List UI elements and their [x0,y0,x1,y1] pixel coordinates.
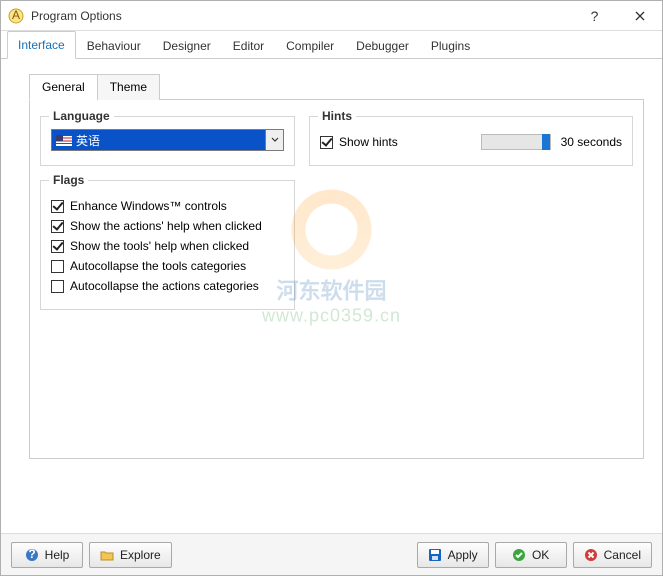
checkbox-icon [51,240,64,253]
tab-compiler[interactable]: Compiler [275,32,345,59]
language-value: 英语 [76,132,100,149]
help-titlebar-button[interactable]: ? [572,1,617,31]
flag-label: Autocollapse the tools categories [70,259,246,273]
app-icon: A [8,8,24,24]
flag-icon [56,135,72,146]
close-icon [635,11,645,21]
hints-duration-value: 30 seconds [561,135,622,149]
tab-behaviour[interactable]: Behaviour [76,32,152,59]
hints-duration-slider[interactable] [481,134,551,150]
apply-button[interactable]: Apply [417,542,489,568]
cancel-icon [584,548,598,562]
hints-group: Hints Show hints 30 seconds [309,116,633,166]
flag-show-tools-help[interactable]: Show the tools' help when clicked [51,239,284,253]
program-options-window: A Program Options ? Interface Behaviour … [0,0,663,576]
subtab-general[interactable]: General [29,74,98,100]
tab-debugger[interactable]: Debugger [345,32,420,59]
hints-legend: Hints [318,109,356,123]
check-icon [512,548,526,562]
language-group: Language 英语 [40,116,295,166]
content-area: 河东软件园 www.pc0359.cn General Theme Langua… [1,59,662,533]
flag-autocollapse-tools[interactable]: Autocollapse the tools categories [51,259,284,273]
titlebar: A Program Options ? [1,1,662,31]
explore-label: Explore [120,548,161,562]
tab-interface[interactable]: Interface [7,31,76,59]
flag-label: Enhance Windows™ controls [70,199,227,213]
language-dropdown-button[interactable] [265,130,283,150]
checkbox-icon [51,220,64,233]
tab-editor[interactable]: Editor [222,32,275,59]
language-combo[interactable]: 英语 [51,129,284,151]
flag-show-actions-help[interactable]: Show the actions' help when clicked [51,219,284,233]
ok-button[interactable]: OK [495,542,567,568]
language-legend: Language [49,109,114,123]
flag-label: Show the tools' help when clicked [70,239,249,253]
general-panel: Language 英语 Hints [29,99,644,459]
cancel-button[interactable]: Cancel [573,542,652,568]
apply-label: Apply [448,548,478,562]
flag-label: Show the actions' help when clicked [70,219,262,233]
checkbox-icon [51,200,64,213]
subtab-theme[interactable]: Theme [97,74,160,100]
subtabstrip: General Theme [29,73,644,99]
cancel-label: Cancel [604,548,641,562]
show-hints-checkbox[interactable]: Show hints [320,135,398,149]
flag-label: Autocollapse the actions categories [70,279,259,293]
close-button[interactable] [617,1,662,31]
help-icon: ? [25,548,39,562]
window-title: Program Options [31,9,572,23]
chevron-down-icon [271,137,279,143]
show-hints-label: Show hints [339,135,398,149]
checkbox-icon [51,260,64,273]
explore-button[interactable]: Explore [89,542,172,568]
svg-text:A: A [12,8,20,22]
tab-designer[interactable]: Designer [152,32,222,59]
slider-thumb[interactable] [542,134,550,150]
ok-label: OK [532,548,549,562]
language-selected: 英语 [52,130,265,150]
svg-text:?: ? [28,548,35,561]
flag-enhance-windows-controls[interactable]: Enhance Windows™ controls [51,199,284,213]
flag-autocollapse-actions[interactable]: Autocollapse the actions categories [51,279,284,293]
folder-icon [100,548,114,562]
flags-group: Flags Enhance Windows™ controls Show the… [40,180,295,310]
save-icon [428,548,442,562]
top-row: Language 英语 Hints [40,110,633,166]
checkbox-icon [320,136,333,149]
help-label: Help [45,548,70,562]
checkbox-icon [51,280,64,293]
category-tabstrip: Interface Behaviour Designer Editor Comp… [1,31,662,59]
tab-plugins[interactable]: Plugins [420,32,481,59]
help-button[interactable]: ? Help [11,542,83,568]
button-bar: ? Help Explore Apply OK Ca [1,533,662,575]
flags-legend: Flags [49,173,88,187]
